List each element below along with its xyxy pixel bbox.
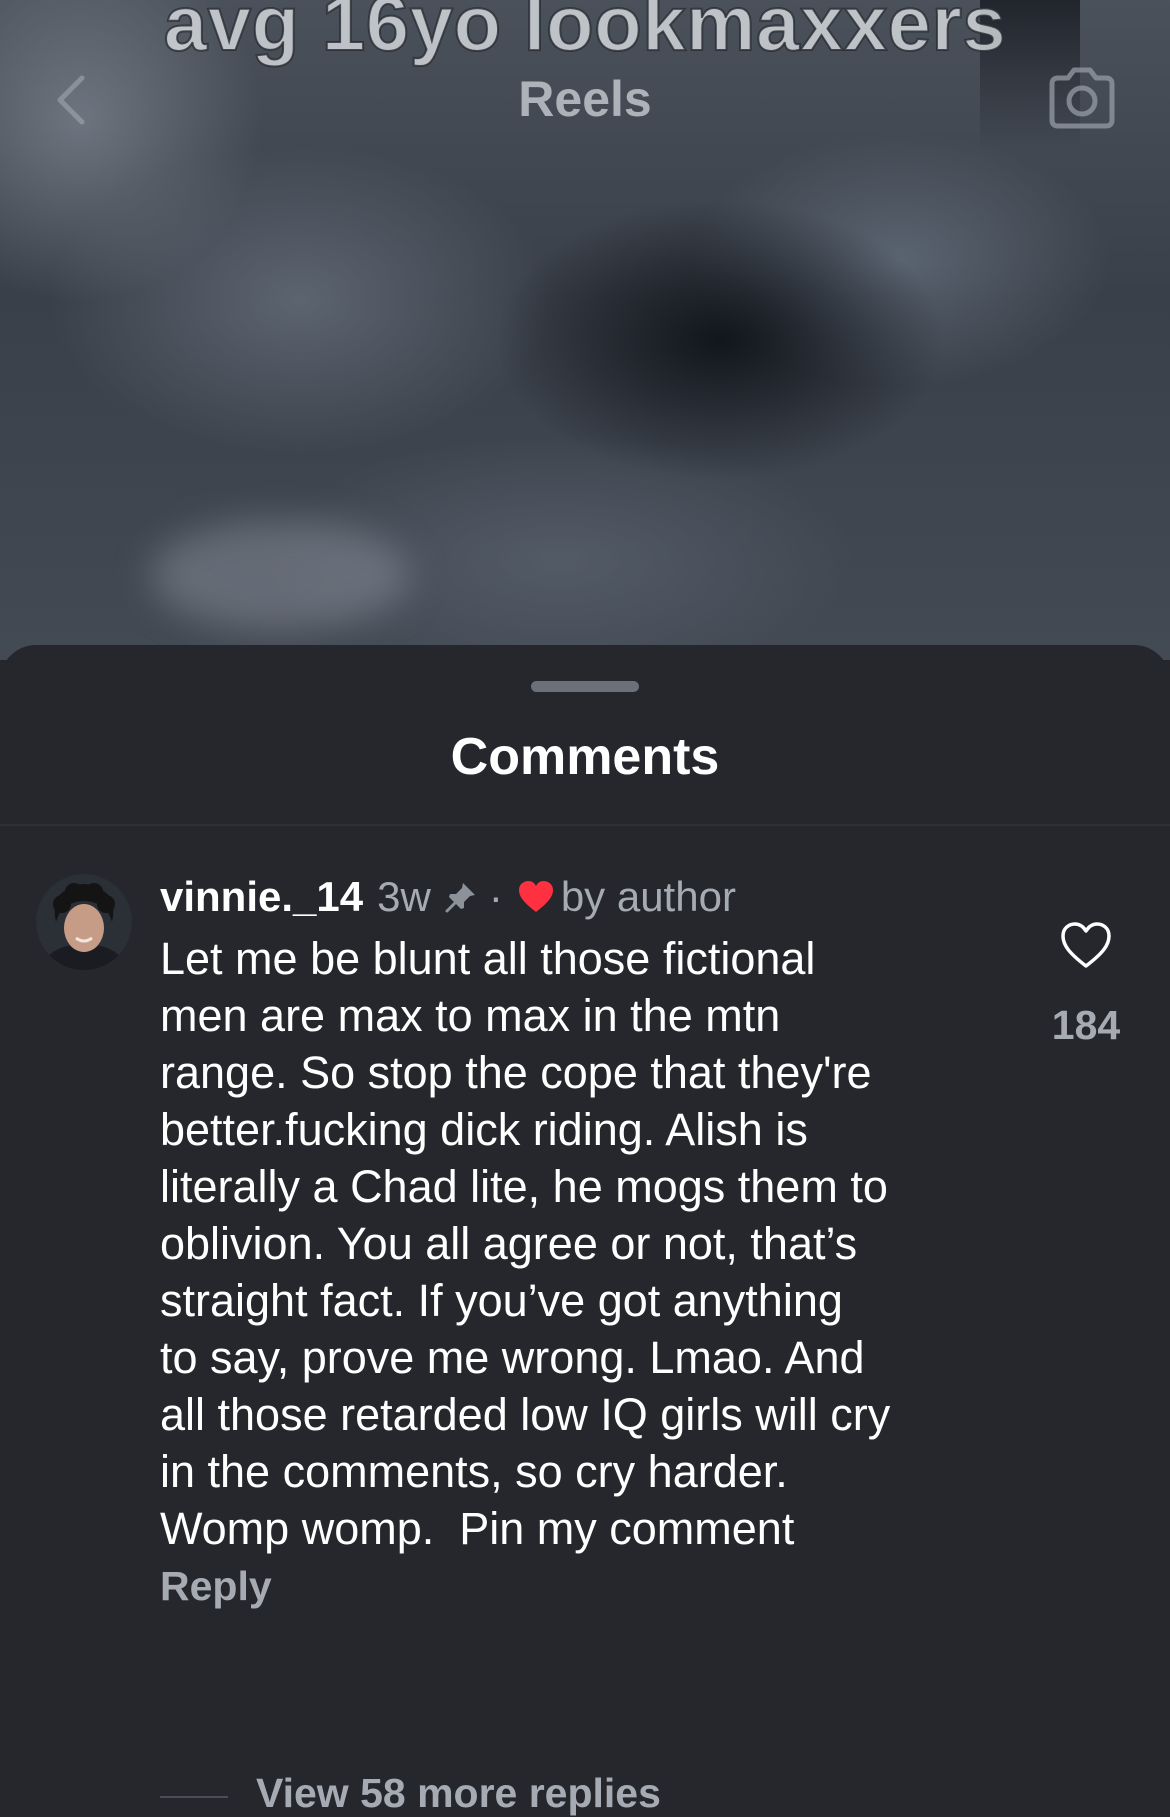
avatar[interactable]	[36, 874, 132, 970]
view-more-replies-button[interactable]: View 58 more replies	[256, 1770, 661, 1817]
comments-title: Comments	[450, 728, 720, 786]
divider	[0, 824, 1170, 826]
reply-button[interactable]: Reply	[160, 1563, 272, 1610]
back-button[interactable]	[48, 70, 98, 130]
comment-text: Let me be blunt all those fictional men …	[160, 933, 891, 1554]
video-caption-overlay: avg 16yo lookmaxxers	[163, 0, 1007, 68]
comment-username[interactable]: vinnie._14	[160, 873, 363, 921]
chevron-left-icon	[57, 75, 85, 125]
comments-sheet: Comments vinnie._14 3w · by author Let m…	[0, 645, 1170, 1816]
sheet-drag-handle[interactable]	[531, 681, 639, 692]
avatar-image	[36, 874, 132, 970]
comment-meta: vinnie._14 3w · by author	[160, 872, 736, 922]
comment-item: vinnie._14 3w · by author Let me be blun…	[0, 870, 1170, 1816]
replies-connector-line	[160, 1796, 228, 1798]
camera-icon	[1049, 67, 1115, 129]
comment-timestamp: 3w	[377, 873, 431, 920]
liked-by-author-label: by author	[560, 873, 736, 920]
page-title: Reels	[518, 71, 652, 127]
heart-outline-icon[interactable]	[1059, 920, 1113, 970]
reel-video-background[interactable]: avg 16yo lookmaxxers Reels	[0, 0, 1170, 660]
camera-button[interactable]	[1044, 60, 1120, 136]
like-count: 184	[1051, 1002, 1121, 1048]
pin-icon	[445, 883, 475, 913]
heart-filled-icon	[518, 881, 553, 912]
meta-separator: ·	[488, 873, 503, 920]
comment-like-column: 184	[1030, 920, 1142, 1049]
